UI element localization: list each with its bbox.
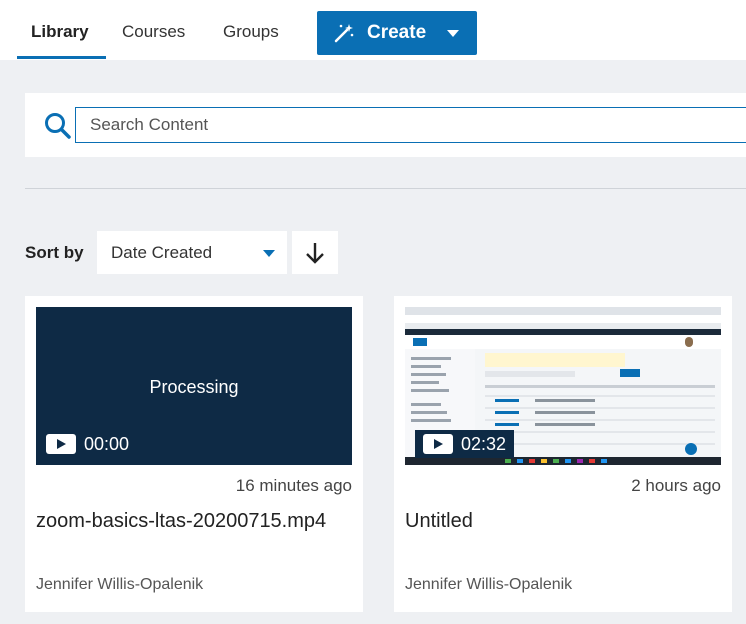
magic-wand-icon: [334, 24, 354, 43]
arrow-down-icon: [306, 243, 324, 264]
duration-text: 00:00: [84, 433, 130, 454]
chevron-down-icon: [447, 30, 459, 37]
duration-badge: 02:32: [415, 430, 515, 458]
search-icon[interactable]: [43, 111, 73, 141]
media-owner: Jennifer Willis-Opalenik: [36, 576, 204, 593]
media-title[interactable]: zoom-basics-ltas-20200715.mp4: [36, 510, 326, 533]
play-icon: [423, 434, 453, 454]
duration-text: 02:32: [461, 433, 507, 454]
active-tab-indicator: [17, 56, 106, 59]
processing-status: Processing: [149, 377, 239, 397]
divider: [25, 188, 746, 189]
create-button-label: Create: [367, 22, 427, 43]
create-button[interactable]: Create: [317, 11, 477, 55]
media-card[interactable]: Processing 00:00 16 minutes ago zoom-bas…: [25, 296, 363, 612]
media-thumbnail[interactable]: 02:32: [405, 307, 721, 465]
created-time: 2 hours ago: [631, 476, 721, 495]
media-thumbnail[interactable]: Processing 00:00: [36, 307, 352, 465]
tab-courses[interactable]: Courses: [122, 22, 185, 42]
chevron-down-icon: [263, 250, 275, 257]
created-time: 16 minutes ago: [235, 476, 352, 495]
play-icon: [46, 434, 76, 454]
media-card[interactable]: 02:32 2 hours ago Untitled Jennifer Will…: [394, 296, 732, 612]
sort-select-value: Date Created: [111, 243, 213, 262]
media-owner: Jennifer Willis-Opalenik: [405, 576, 573, 593]
search-input[interactable]: [75, 107, 746, 143]
sort-by-label: Sort by: [25, 243, 84, 262]
sort-select[interactable]: Date Created: [97, 231, 287, 274]
tab-library[interactable]: Library: [31, 22, 89, 42]
media-title[interactable]: Untitled: [405, 510, 473, 533]
tab-groups[interactable]: Groups: [223, 22, 279, 42]
top-navigation: Library Courses Groups Create: [0, 0, 746, 60]
sort-direction-button[interactable]: [292, 231, 338, 274]
search-panel: [25, 93, 746, 157]
duration-badge: 00:00: [46, 430, 129, 458]
